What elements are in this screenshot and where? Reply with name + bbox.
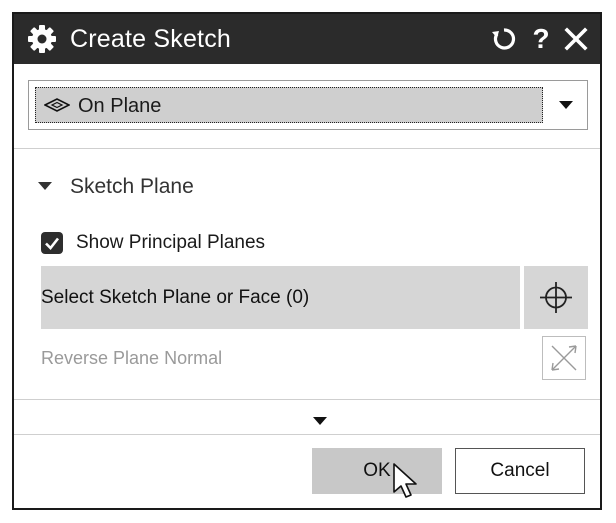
sketch-type-selected[interactable]: On Plane [35,87,543,123]
sketch-type-label: On Plane [78,95,162,117]
dialog-title: Create Sketch [70,25,232,53]
close-button[interactable] [560,23,592,55]
gear-icon [28,25,56,53]
crosshair-icon [540,282,572,313]
create-sketch-dialog: Create Sketch ? On Plane Sketch Plane Sh… [12,12,602,510]
reset-icon [492,28,516,50]
sketch-type-dropdown-arrow[interactable] [545,81,587,129]
sketch-type-dropdown[interactable]: On Plane [28,80,588,130]
select-plane-button[interactable] [524,266,588,329]
select-sketch-plane-label: Select Sketch Plane or Face (0) [41,287,310,308]
plane-icon [44,98,70,112]
title-bar[interactable]: Create Sketch ? [14,14,600,64]
chevron-down-icon [559,101,573,109]
divider [14,399,600,400]
help-button[interactable]: ? [525,23,557,55]
ok-button[interactable]: OK [312,448,442,494]
show-principal-planes-label[interactable]: Show Principal Planes [76,230,265,256]
reset-button[interactable] [488,23,520,55]
reverse-plane-normal-label: Reverse Plane Normal [41,348,223,368]
checkmark-icon [45,237,60,250]
divider [14,434,600,435]
divider [14,148,600,149]
collapse-toggle-icon[interactable] [38,182,52,190]
sketch-plane-group-title[interactable]: Sketch Plane [70,174,194,200]
expand-more-icon[interactable] [313,417,327,425]
close-icon [564,27,588,51]
cancel-button[interactable]: Cancel [455,448,585,494]
mouse-cursor-icon [393,463,417,498]
reverse-normal-icon [551,345,577,371]
show-principal-planes-checkbox[interactable] [41,232,63,254]
reverse-plane-normal-button[interactable] [542,336,586,380]
select-sketch-plane-field[interactable]: Select Sketch Plane or Face (0) [41,266,520,329]
